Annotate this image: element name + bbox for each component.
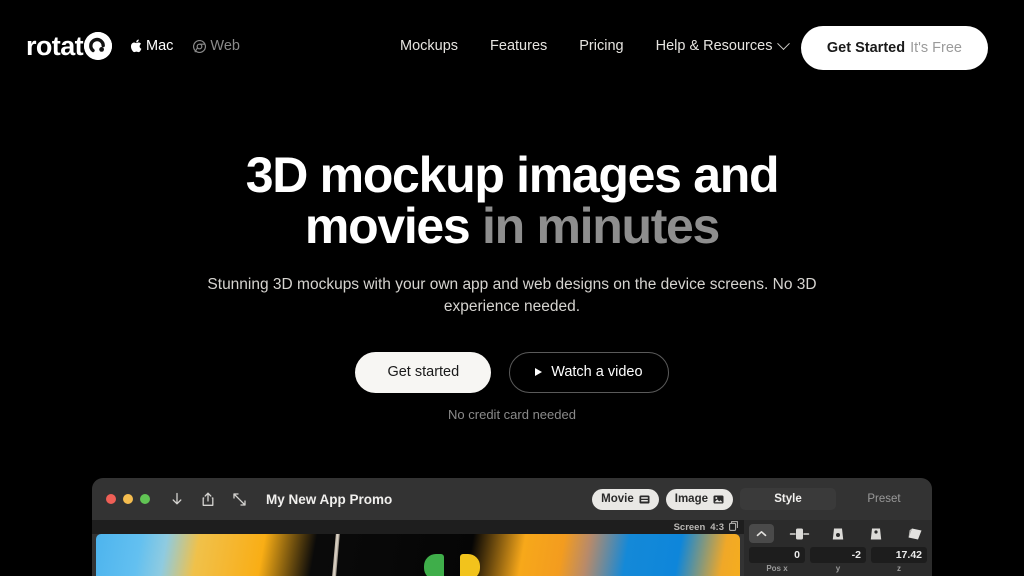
site-header: rotat Mac — [0, 0, 1024, 96]
mockup-canvas[interactable] — [96, 534, 740, 576]
field-group-pos-z: 17.42 z — [871, 547, 927, 573]
device-back-icon[interactable] — [864, 524, 889, 543]
mode-pill-image[interactable]: Image — [666, 489, 733, 510]
app-titlebar: My New App Promo Movie Image — [92, 478, 932, 520]
pos-z-label: z — [871, 564, 927, 573]
panel-tool-row — [749, 523, 927, 544]
tab-preset[interactable]: Preset — [836, 488, 932, 510]
rotation-circle-icon — [84, 32, 112, 60]
nav-item-pricing[interactable]: Pricing — [579, 38, 623, 54]
landing-page: rotat Mac — [0, 0, 1024, 576]
style-preset-segmented-control: Style Preset — [740, 488, 932, 510]
header-cta-strong-label: Get Started — [827, 40, 905, 56]
field-group-pos-y: -2 y — [810, 547, 866, 573]
hero-get-started-button[interactable]: Get started — [355, 352, 491, 393]
platform-badge-web[interactable]: Web — [193, 38, 240, 54]
watch-video-label: Watch a video — [551, 364, 642, 380]
watch-video-button[interactable]: Watch a video — [509, 352, 668, 393]
nav-item-mockups-label: Mockups — [400, 38, 458, 54]
canvas-column: Screen 4:3 — [92, 520, 744, 576]
minimize-window-button[interactable] — [123, 494, 133, 504]
platform-badge-web-label: Web — [210, 38, 240, 54]
pos-z-input[interactable]: 17.42 — [871, 547, 927, 563]
play-icon — [535, 368, 542, 376]
app-glyph-green — [424, 554, 444, 576]
header-cta-muted-label: It's Free — [910, 40, 962, 56]
close-window-button[interactable] — [106, 494, 116, 504]
download-icon[interactable] — [170, 492, 184, 507]
titlebar-right-controls: Movie Image — [592, 478, 932, 520]
maximize-window-button[interactable] — [140, 494, 150, 504]
headline-line-1: 3D mockup images and — [246, 147, 779, 203]
chevron-down-icon — [778, 37, 791, 50]
platform-badge-mac-label: Mac — [146, 38, 173, 54]
header-get-started-button[interactable]: Get Started It's Free — [801, 26, 988, 70]
image-icon — [713, 495, 724, 504]
titlebar-tools — [170, 492, 247, 507]
transform-fields: 0 Pos x -2 y 17.42 z — [749, 547, 927, 573]
nav-item-pricing-label: Pricing — [579, 38, 623, 54]
plane-tilt-icon[interactable] — [902, 524, 927, 543]
app-body: Screen 4:3 — [92, 520, 932, 576]
field-group-pos-x: 0 Pos x — [749, 547, 805, 573]
chrome-browser-icon — [193, 40, 206, 53]
nav-item-features-label: Features — [490, 38, 547, 54]
page-title: 3D mockup images and movies in minutes — [0, 150, 1024, 252]
traffic-lights — [106, 494, 150, 504]
nav-item-help-resources[interactable]: Help & Resources — [656, 38, 789, 54]
apple-icon — [130, 39, 142, 53]
pos-x-label: Pos x — [749, 564, 805, 573]
pos-y-label: y — [810, 564, 866, 573]
canvas-screen-bar: Screen 4:3 — [92, 520, 744, 534]
tab-preset-label: Preset — [867, 493, 900, 505]
tab-style[interactable]: Style — [740, 488, 836, 510]
nav-item-help-resources-label: Help & Resources — [656, 38, 773, 54]
logo-wordmark: rotat — [26, 33, 83, 60]
brand-area: rotat Mac — [26, 32, 240, 60]
share-icon[interactable] — [201, 492, 215, 507]
hero-subtitle: Stunning 3D mockups with your own app an… — [207, 274, 817, 319]
device-edge-decoration — [332, 534, 340, 576]
mode-pill-image-label: Image — [675, 493, 708, 505]
headline-line-2-dim: in minutes — [482, 198, 719, 254]
platform-badge-mac[interactable]: Mac — [130, 38, 173, 54]
handle-horizontal-icon[interactable] — [787, 524, 812, 543]
mode-pill-movie-label: Movie — [601, 493, 634, 505]
chevron-up-icon[interactable] — [749, 524, 774, 543]
main-navigation: Mockups Features Pricing Help & Resource… — [400, 38, 788, 54]
tab-style-label: Style — [774, 493, 802, 505]
hero-get-started-label: Get started — [387, 364, 459, 380]
pos-y-input[interactable]: -2 — [810, 547, 866, 563]
pos-x-input[interactable]: 0 — [749, 547, 805, 563]
app-preview-window: My New App Promo Movie Image — [92, 478, 932, 576]
mode-pill-movie[interactable]: Movie — [592, 489, 659, 510]
resize-diagonal-icon[interactable] — [232, 492, 247, 507]
screen-label: Screen — [674, 522, 706, 533]
headline-line-2-white: movies — [305, 198, 482, 254]
app-glyph-yellow — [460, 554, 480, 576]
document-title[interactable]: My New App Promo — [266, 492, 392, 507]
aspect-ratio-value[interactable]: 4:3 — [710, 522, 724, 533]
no-credit-card-note: No credit card needed — [0, 407, 1024, 422]
nav-item-mockups[interactable]: Mockups — [400, 38, 458, 54]
hero-section: 3D mockup images and movies in minutes S… — [0, 150, 1024, 422]
movie-icon — [639, 495, 650, 504]
nav-item-features[interactable]: Features — [490, 38, 547, 54]
properties-panel: 0 Pos x -2 y 17.42 z — [744, 520, 932, 576]
device-front-icon[interactable] — [826, 524, 851, 543]
logo-home-link[interactable]: rotat — [26, 32, 112, 60]
hero-cta-row: Get started Watch a video — [0, 352, 1024, 393]
